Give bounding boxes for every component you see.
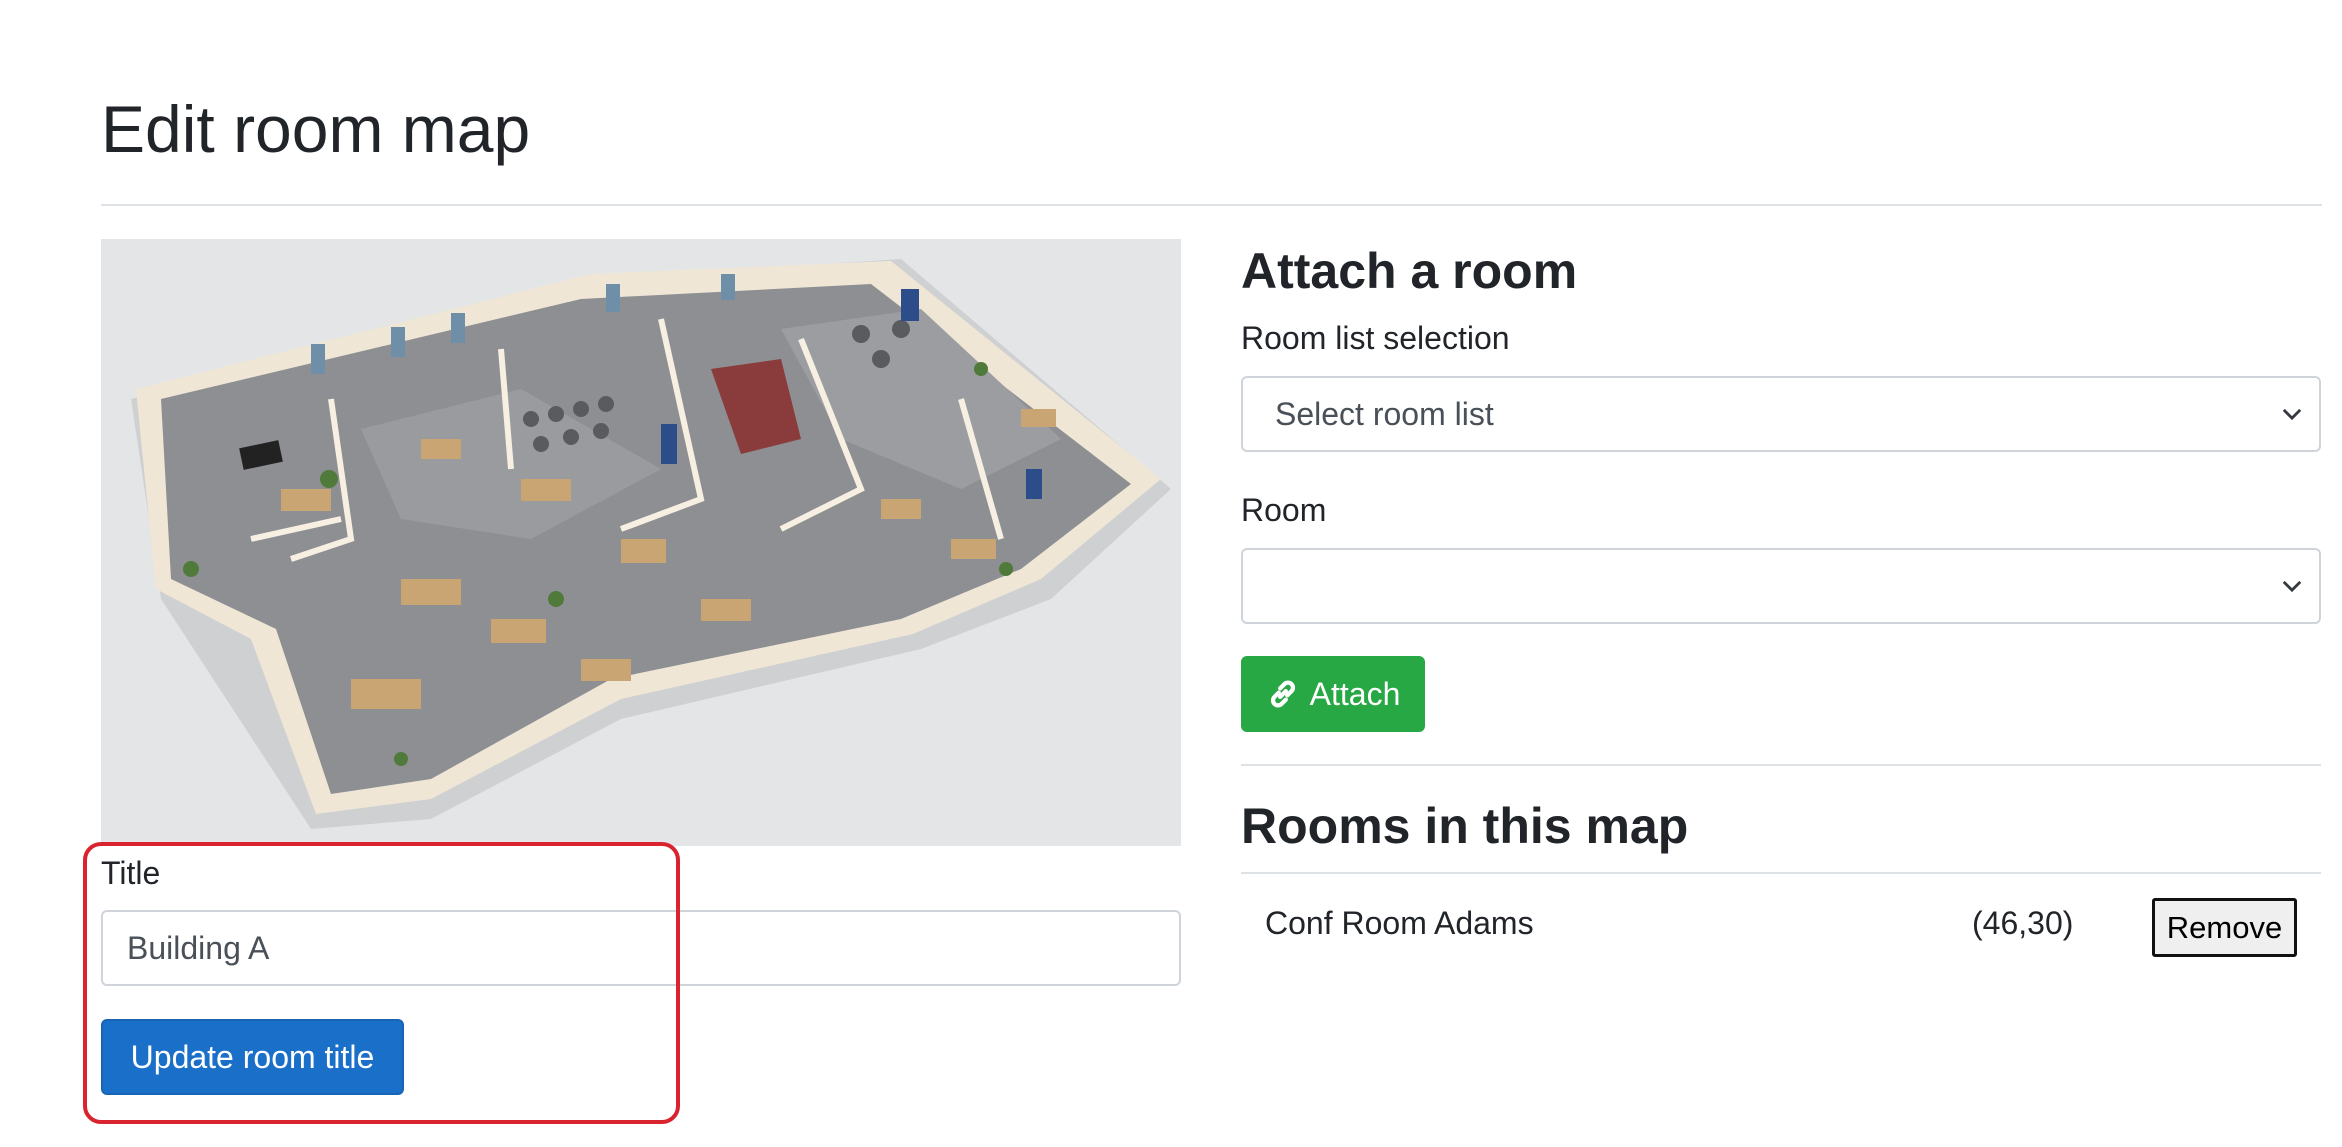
room-label: Room	[1241, 492, 1327, 528]
page-title: Edit room map	[101, 92, 531, 166]
title-label: Title	[101, 855, 161, 891]
title-input[interactable]	[101, 910, 1181, 986]
chevron-down-icon	[2282, 408, 2302, 421]
attach-button-label: Attach	[1309, 675, 1401, 712]
floor-plan-illustration	[101, 239, 1181, 846]
section-divider	[1241, 764, 2321, 766]
room-list-select[interactable]: Select room list	[1241, 376, 2321, 452]
attach-button[interactable]: Attach	[1241, 656, 1425, 732]
link-icon	[1270, 680, 1295, 708]
attach-room-heading: Attach a room	[1241, 243, 1578, 299]
rooms-in-map-heading: Rooms in this map	[1241, 798, 1689, 854]
update-room-title-button[interactable]: Update room title	[101, 1019, 404, 1095]
room-map-image	[101, 239, 1181, 846]
title-divider	[101, 204, 2322, 206]
room-name: Conf Room Adams	[1265, 905, 1534, 941]
rooms-divider	[1241, 872, 2321, 874]
room-list-select-value: Select room list	[1275, 395, 1494, 432]
room-select[interactable]	[1241, 548, 2321, 624]
remove-room-button[interactable]: Remove	[2152, 898, 2297, 957]
chevron-down-icon	[2282, 580, 2302, 593]
edit-room-map-page: Edit room map Title Building A Update ro…	[0, 0, 2342, 1147]
room-list-selection-label: Room list selection	[1241, 320, 1510, 356]
room-coordinates: (46,30)	[1972, 905, 2074, 941]
